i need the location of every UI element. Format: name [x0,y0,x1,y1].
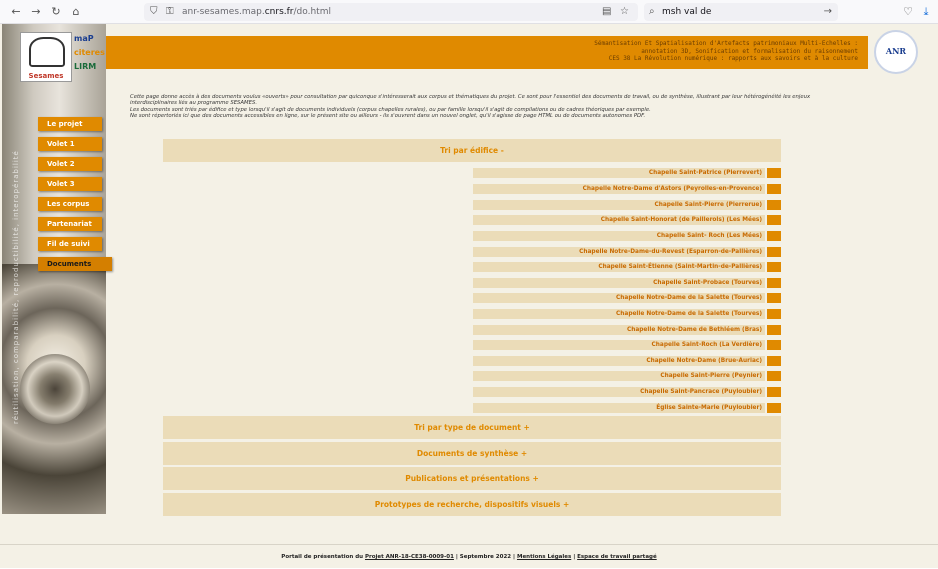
menu-item-le-projet[interactable]: Le projet [38,117,102,131]
page-content: réutilisation, comparabilité, reproducti… [0,24,938,568]
anr-logo[interactable]: ANR [874,30,918,74]
document-marker[interactable] [767,184,781,194]
section-documents-synthese[interactable]: Documents de synthèse + [163,442,781,465]
menu-item-partenariat[interactable]: Partenariat [38,217,102,231]
workspace-link[interactable]: Espace de travail partagé [577,554,657,560]
list-item[interactable]: Chapelle Notre-Dame (Brue-Auriac) [473,356,781,366]
document-marker[interactable] [767,340,781,350]
download-icon[interactable]: ⤓ [918,4,934,20]
search-bar[interactable]: ⌕ msh val de → [644,3,838,21]
list-item[interactable]: Chapelle Saint-Étienne (Saint-Martin-de-… [473,262,781,272]
document-marker[interactable] [767,309,781,319]
menu-item-documents[interactable]: Documents [38,257,112,271]
document-marker[interactable] [767,262,781,272]
lock-icon[interactable]: ⚿ [166,4,174,20]
document-marker[interactable] [767,371,781,381]
list-item[interactable]: Chapelle Notre-Dame d'Astors (Peyrolles-… [473,184,781,194]
partner-logo-lirm[interactable]: LIRM [74,60,104,74]
sesames-logo[interactable]: Sesames [20,32,72,82]
list-item[interactable]: Chapelle Saint-Patrice (Pierrevert) [473,168,781,178]
document-marker[interactable] [767,168,781,178]
list-item[interactable]: Chapelle Saint-Pierre (Pierrerue) [473,200,781,210]
list-item[interactable]: Chapelle Notre-Dame de Bethléem (Bras) [473,325,781,335]
list-item[interactable]: Chapelle Saint-Honorat (de Paillerols) (… [473,215,781,225]
chapel-photo-detail [20,354,90,424]
menu-item-volet-3[interactable]: Volet 3 [38,177,102,191]
document-marker[interactable] [767,325,781,335]
header-banner: Sémantisation Et Spatialisation d'Artefa… [106,36,868,69]
section-publications[interactable]: Publications et présentations + [163,467,781,490]
forward-icon[interactable]: → [28,4,44,20]
intro-text: Cette page donne accès à des documents v… [130,94,811,119]
list-item[interactable]: Chapelle Notre-Dame-du-Revest (Esparron-… [473,247,781,257]
browser-toolbar: ← → ↻ ⌂ ⛉ ⚿ anr-sesames.map.cnrs.fr/do.h… [0,0,938,24]
list-item[interactable]: Chapelle Saint-Probace (Tourves) [473,278,781,288]
address-bar[interactable]: ⛉ ⚿ anr-sesames.map.cnrs.fr/do.html ▤ ☆ [144,3,638,21]
menu-item-volet-2[interactable]: Volet 2 [38,157,102,171]
list-item[interactable]: Chapelle Saint-Pancrace (Puyloubier) [473,387,781,397]
reload-icon[interactable]: ↻ [48,4,64,20]
list-item[interactable]: Chapelle Saint- Roch (Les Mées) [473,231,781,241]
document-marker[interactable] [767,231,781,241]
document-marker[interactable] [767,215,781,225]
partner-logo-map[interactable]: maP [74,32,104,46]
document-marker[interactable] [767,403,781,413]
bookmark-star-icon[interactable]: ☆ [620,4,629,20]
page-footer: Portail de présentation du Projet ANR-18… [0,544,938,568]
search-input[interactable]: msh val de [662,3,711,21]
reader-view-icon[interactable]: ▤ [602,4,611,20]
vertical-keywords: réutilisation, comparabilité, reproducti… [12,150,20,424]
list-item[interactable]: Chapelle Notre-Dame de la Salette (Tourv… [473,309,781,319]
menu-item-volet-1[interactable]: Volet 1 [38,137,102,151]
document-marker[interactable] [767,387,781,397]
list-item[interactable]: Chapelle Saint-Pierre (Peynier) [473,371,781,381]
partner-logo-citeres[interactable]: citeres [74,46,105,60]
document-marker[interactable] [767,356,781,366]
search-icon: ⌕ [649,6,655,17]
legal-link[interactable]: Mentions Légales [517,554,571,560]
project-link[interactable]: Projet ANR-18-CE38-0009-01 [365,554,454,560]
menu-item-fil-de-suivi[interactable]: Fil de suivi [38,237,102,251]
project-title: Sémantisation Et Spatialisation d'Artefa… [594,40,858,62]
chapel-logo-icon [29,37,65,67]
list-item[interactable]: Chapelle Saint-Roch (La Verdière) [473,340,781,350]
section-prototypes[interactable]: Prototypes de recherche, dispositifs vis… [163,493,781,516]
back-icon[interactable]: ← [8,4,24,20]
list-item[interactable]: Église Sainte-Marie (Puyloubier) [473,403,781,413]
url-text: anr-sesames.map.cnrs.fr/do.html [182,7,331,17]
document-marker[interactable] [767,200,781,210]
home-icon[interactable]: ⌂ [68,4,84,20]
menu-item-les-corpus[interactable]: Les corpus [38,197,102,211]
document-marker[interactable] [767,278,781,288]
pocket-icon[interactable]: ♡ [900,4,916,20]
document-marker[interactable] [767,247,781,257]
search-go-icon[interactable]: → [824,3,832,21]
document-marker[interactable] [767,293,781,303]
section-tri-par-edifice[interactable]: Tri par édifice - [163,139,781,162]
list-item[interactable]: Chapelle Notre-Dame de la Salette (Tourv… [473,293,781,303]
section-tri-par-type[interactable]: Tri par type de document + [163,416,781,439]
shield-icon[interactable]: ⛉ [150,4,158,20]
